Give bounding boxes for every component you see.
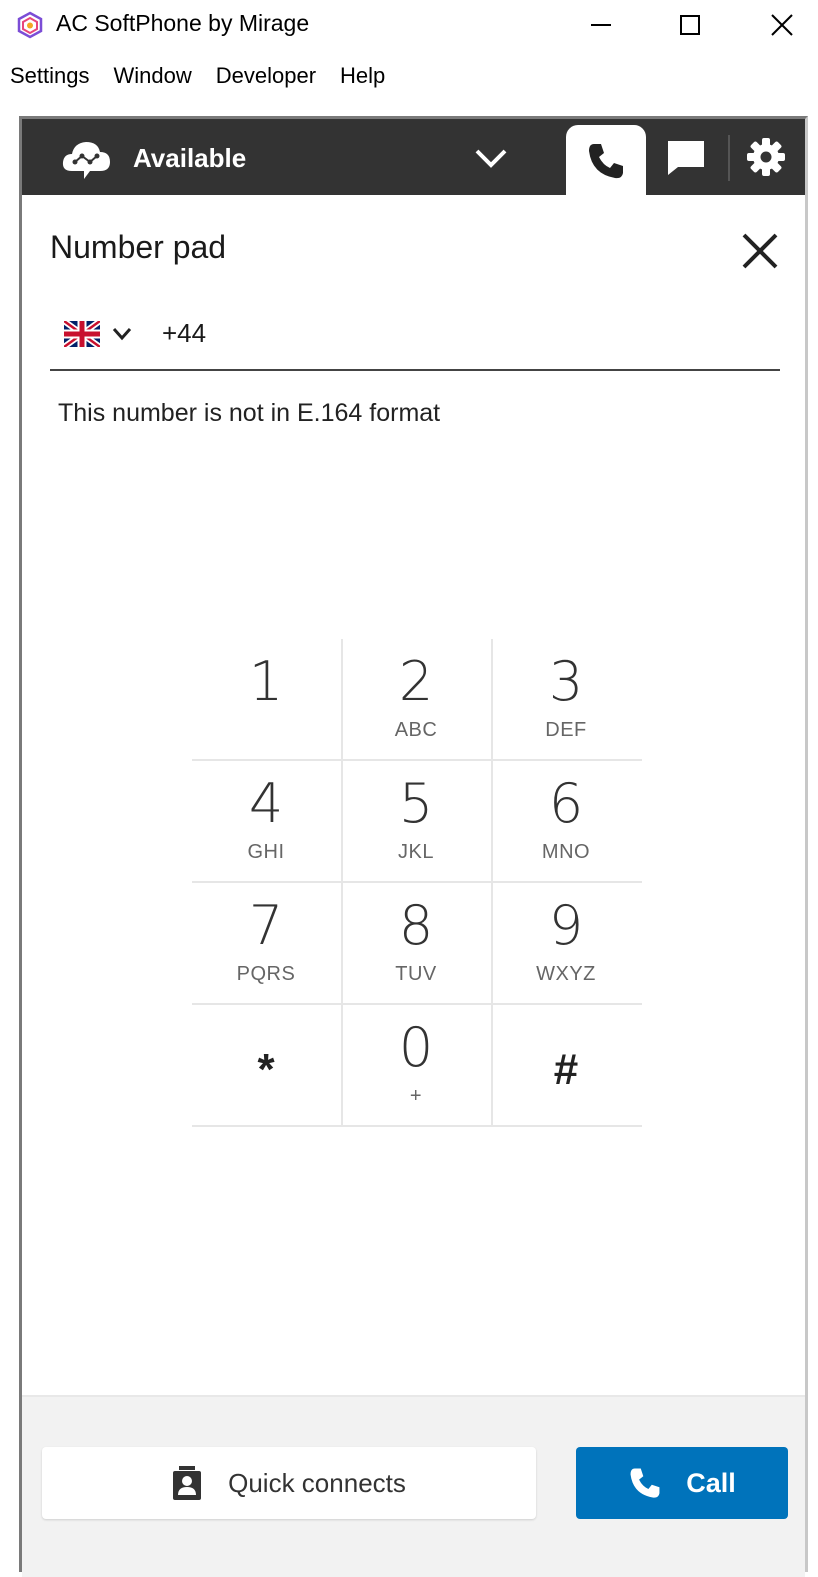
key-letters: MNO [541, 841, 591, 863]
call-button[interactable]: Call [576, 1447, 788, 1519]
close-window-button[interactable] [737, 0, 818, 50]
cloud-status-icon [62, 142, 110, 179]
menu-bar: Settings Window Developer Help [0, 54, 818, 98]
key-6[interactable]: 6 MNO [492, 761, 640, 881]
title-bar: AC SoftPhone by Mirage [0, 0, 818, 50]
phone-number-input[interactable] [162, 313, 762, 353]
key-digit: * [257, 1045, 275, 1094]
phone-icon [589, 144, 623, 179]
menu-window[interactable]: Window [114, 63, 192, 89]
close-icon [771, 14, 793, 36]
softphone-frame: Available Number pad +44 This number is … [19, 116, 808, 1577]
menu-settings[interactable]: Settings [10, 63, 90, 89]
app-logo-icon [17, 11, 43, 39]
key-digit: 7 [248, 894, 284, 957]
agent-status-label[interactable]: Available [133, 143, 246, 174]
keypad-divider [192, 1125, 642, 1127]
call-label: Call [686, 1467, 736, 1498]
maximize-icon [680, 15, 700, 35]
key-digit: 3 [548, 650, 584, 713]
tab-divider [728, 135, 730, 181]
window-title: AC SoftPhone by Mirage [56, 10, 310, 36]
key-digit: 5 [398, 772, 434, 835]
key-digit: 1 [248, 650, 284, 713]
menu-developer[interactable]: Developer [216, 63, 316, 89]
status-bar: Available [22, 119, 805, 195]
key-digit: # [553, 1045, 579, 1094]
key-9[interactable]: 9 WXYZ [492, 883, 640, 1003]
key-letters: + [409, 1085, 423, 1107]
phone-number-row [50, 299, 780, 371]
key-4[interactable]: 4 GHI [192, 761, 340, 881]
key-5[interactable]: 5 JKL [342, 761, 490, 881]
key-7[interactable]: 7 PQRS [192, 883, 340, 1003]
number-pad: 1 2 ABC 3 DEF 4 GHI 5 JKL 6 MNO 7 PQRS 8 [192, 639, 642, 1127]
key-letters: ABC [394, 719, 438, 741]
key-hash[interactable]: # [492, 1005, 640, 1125]
close-panel-icon[interactable] [740, 231, 780, 271]
key-digit: 2 [398, 650, 434, 713]
phone-icon [630, 1468, 660, 1498]
key-letters: JKL [398, 841, 434, 863]
key-1[interactable]: 1 [192, 639, 340, 759]
key-letters: TUV [395, 963, 437, 985]
tab-phone[interactable] [566, 125, 646, 195]
key-3[interactable]: 3 DEF [492, 639, 640, 759]
action-footer: Quick connects Call [22, 1395, 805, 1577]
key-letters: DEF [545, 719, 587, 741]
key-letters: PQRS [236, 963, 296, 985]
key-letters: WXYZ [536, 963, 596, 985]
quick-connects-button[interactable]: Quick connects [42, 1447, 536, 1519]
quick-connects-label: Quick connects [228, 1467, 406, 1498]
chat-icon[interactable] [666, 139, 706, 177]
key-2[interactable]: 2 ABC [342, 639, 490, 759]
key-8[interactable]: 8 TUV [342, 883, 490, 1003]
key-digit: 6 [548, 772, 584, 835]
key-letters: GHI [247, 841, 285, 863]
key-digit: 9 [548, 894, 584, 957]
chevron-down-icon[interactable] [474, 147, 508, 169]
key-digit: 8 [398, 894, 434, 957]
key-digit: 4 [248, 772, 284, 835]
minimize-button[interactable] [556, 0, 646, 50]
gear-icon[interactable] [746, 137, 786, 177]
validation-message: This number is not in E.164 format [58, 399, 441, 427]
key-digit: 0 [398, 1016, 434, 1079]
chevron-down-icon[interactable] [112, 327, 132, 341]
contact-card-icon [173, 1466, 202, 1500]
uk-flag-icon[interactable] [64, 321, 100, 347]
maximize-button[interactable] [645, 0, 735, 50]
minimize-icon [591, 24, 611, 26]
key-star[interactable]: * [192, 1005, 340, 1125]
menu-help[interactable]: Help [340, 63, 385, 89]
key-0[interactable]: 0 + [342, 1005, 490, 1125]
panel-title: Number pad [50, 229, 227, 265]
